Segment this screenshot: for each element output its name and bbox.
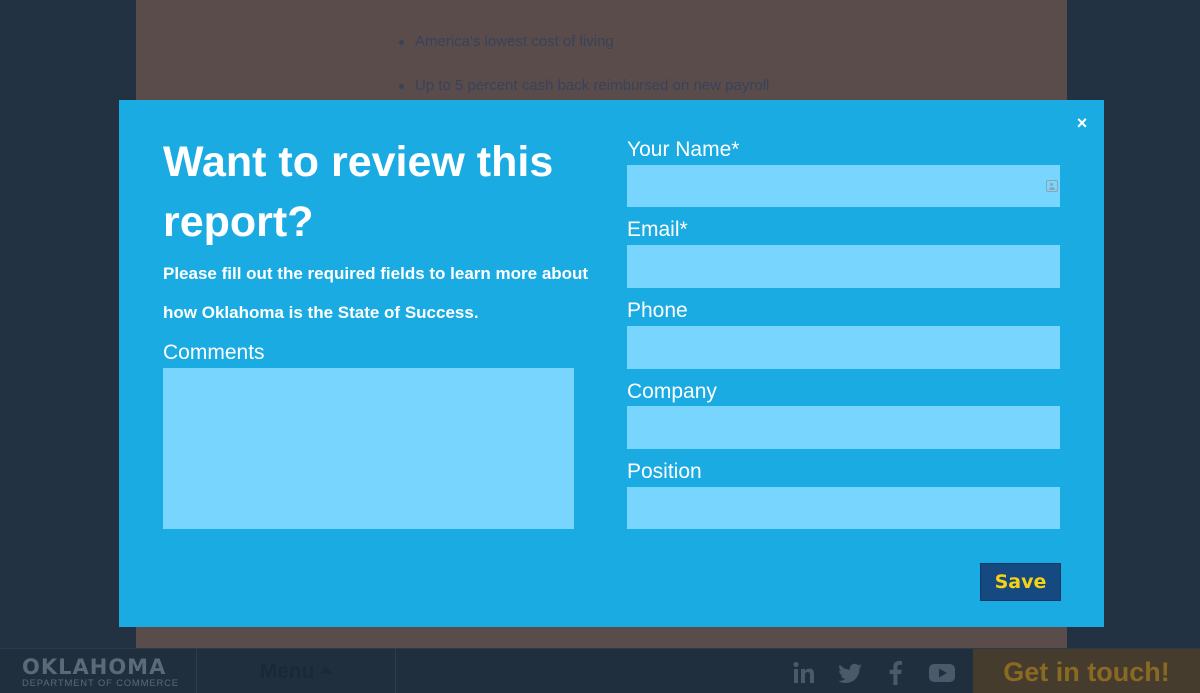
company-field[interactable]: [627, 406, 1060, 449]
site-footer: OKLAHOMA DEPARTMENT OF COMMERCE Menu Get…: [0, 648, 1200, 693]
twitter-icon[interactable]: [836, 659, 864, 687]
logo-subtitle: DEPARTMENT OF COMMERCE: [22, 678, 179, 689]
facebook-icon[interactable]: [882, 659, 910, 687]
close-icon[interactable]: ×: [1072, 113, 1092, 133]
contact-card-icon[interactable]: [1046, 180, 1058, 192]
position-field[interactable]: [627, 487, 1060, 529]
review-report-modal: × Want to review this report? Please fil…: [119, 100, 1104, 627]
menu-label: Menu: [259, 660, 315, 683]
position-label: Position: [627, 460, 702, 483]
modal-description: Please fill out the required fields to l…: [163, 264, 589, 322]
social-links: [790, 659, 956, 687]
phone-field[interactable]: [627, 326, 1060, 369]
caret-up-icon: [320, 667, 333, 674]
logo-wordmark: OKLAHOMA: [22, 655, 167, 679]
linkedin-icon[interactable]: [790, 659, 818, 687]
comments-field[interactable]: [163, 368, 574, 529]
oklahoma-commerce-logo[interactable]: OKLAHOMA DEPARTMENT OF COMMERCE: [22, 655, 197, 690]
comments-label: Comments: [163, 341, 265, 364]
phone-label: Phone: [627, 299, 688, 322]
name-label: Your Name*: [627, 138, 740, 161]
menu-button[interactable]: Menu: [196, 649, 396, 693]
email-label: Email*: [627, 218, 688, 241]
name-field[interactable]: [627, 165, 1060, 207]
company-label: Company: [627, 380, 717, 403]
youtube-icon[interactable]: [928, 659, 956, 687]
email-field[interactable]: [627, 245, 1060, 288]
list-item: America's lowest cost of living: [396, 30, 769, 74]
get-in-touch-button[interactable]: Get in touch!: [973, 649, 1200, 693]
modal-title: Want to review this report?: [163, 138, 554, 246]
save-button[interactable]: Save: [980, 563, 1061, 601]
